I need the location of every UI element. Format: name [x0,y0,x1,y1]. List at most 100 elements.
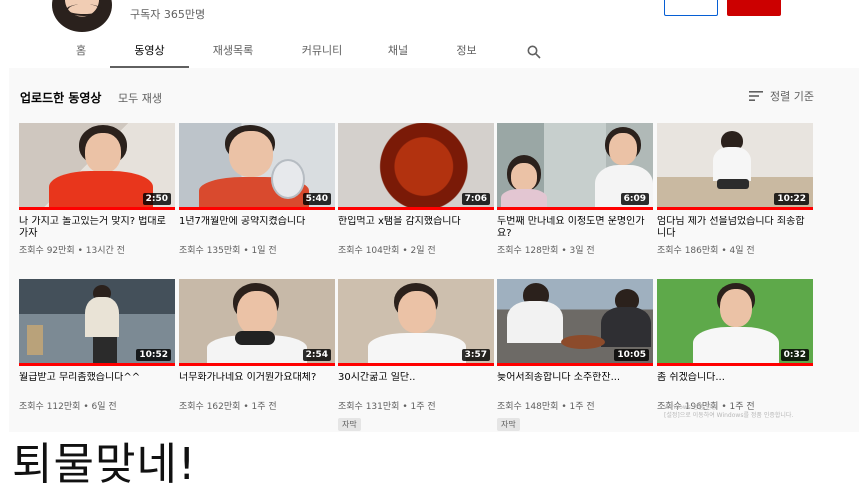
meta-separator: • [243,402,249,412]
tab-about[interactable]: 정보 [429,36,504,68]
video-meta: 조회수 131만회 • 1주 전 [338,399,494,412]
video-title[interactable]: 엄다님 제가 선을넘었습니다 죄송합니다 [657,216,813,240]
video-thumbnail[interactable]: 10:22 [657,123,813,210]
video-thumbnail[interactable]: 3:57 [338,279,494,366]
video-title[interactable]: 늦어서죄송합니다 소주한잔... [497,372,653,396]
view-count: 조회수 128만회 [497,246,559,256]
subscribe-button[interactable] [727,0,781,16]
meta-separator: • [402,246,408,256]
join-button[interactable] [664,0,718,16]
upload-age: 1주 전 [251,402,277,412]
uploads-panel: 업로드한 동영상 모두 재생 정렬 기준 2:50 나 가지고 놀고있는거 맞지… [9,68,859,432]
meta-separator: • [243,246,249,256]
video-card[interactable]: 2:54 너무화가나네요 이거뭔가요대체? 조회수 162만회 • 1주 전 [179,279,335,412]
overlay-caption: 퇴물맞네! [12,439,197,490]
channel-tabs: 홈 동영상 재생목록 커뮤니티 채널 정보 [52,36,564,68]
video-meta: 조회수 92만회 • 13시간 전 [19,243,175,256]
tab-home[interactable]: 홈 [52,36,110,68]
video-thumbnail[interactable]: 10:52 [19,279,175,366]
meta-separator: • [77,246,83,256]
video-title[interactable]: 1년7개월만에 공약지켰습니다 [179,216,335,240]
video-card[interactable]: 6:09 두번째 만나네요 이정도면 운명인가요? 조회수 128만회 • 3일… [497,123,653,256]
tab-community[interactable]: 커뮤니티 [277,36,367,68]
meta-separator: • [402,402,408,412]
video-thumbnail[interactable]: 6:09 [497,123,653,210]
video-card[interactable]: 0:32 좀 쉬겠습니다... 조회수 196만회 • 1주 전 [657,279,813,412]
video-title[interactable]: 좀 쉬겠습니다... [657,372,813,396]
upload-age: 2일 전 [410,246,436,256]
video-meta: 조회수 148만회 • 1주 전 [497,399,653,412]
video-card[interactable]: 3:57 30시간굶고 일단.. 조회수 131만회 • 1주 전 자막 [338,279,494,431]
video-thumbnail[interactable]: 5:40 [179,123,335,210]
video-card[interactable]: 7:06 한입먹고 x탬을 감지했습니다 조회수 104만회 • 2일 전 [338,123,494,256]
video-title[interactable]: 너무화가나네요 이거뭔가요대체? [179,372,335,396]
video-card[interactable]: 2:50 나 가지고 놀고있는거 맞지? 법대로가자 조회수 92만회 • 13… [19,123,175,256]
sort-button[interactable]: 정렬 기준 [749,88,814,104]
upload-age: 6일 전 [91,402,117,412]
subtitle-badge: 자막 [338,418,361,431]
search-icon [527,45,541,59]
video-duration: 10:52 [136,349,171,361]
video-card[interactable]: 10:22 엄다님 제가 선을넘었습니다 죄송합니다 조회수 186만회 • 4… [657,123,813,256]
video-duration: 10:05 [614,349,649,361]
video-duration: 6:09 [620,193,649,205]
video-duration: 2:50 [142,193,171,205]
meta-separator: • [561,246,567,256]
video-meta: 조회수 112만회 • 6일 전 [19,399,175,412]
video-title[interactable]: 두번째 만나네요 이정도면 운명인가요? [497,216,653,240]
video-duration: 7:06 [461,193,490,205]
video-thumbnail[interactable]: 10:05 [497,279,653,366]
view-count: 조회수 186만회 [657,246,719,256]
view-count: 조회수 112만회 [19,402,81,412]
upload-age: 1주 전 [569,402,595,412]
upload-age: 3일 전 [569,246,595,256]
upload-age: 1주 전 [410,402,436,412]
video-duration: 10:22 [774,193,809,205]
meta-separator: • [83,402,89,412]
video-meta: 조회수 104만회 • 2일 전 [338,243,494,256]
tab-channels[interactable]: 채널 [367,36,429,68]
video-meta: 조회수 162만회 • 1주 전 [179,399,335,412]
video-thumbnail[interactable]: 2:54 [179,279,335,366]
upload-age: 4일 전 [729,246,755,256]
sort-label: 정렬 기준 [770,90,814,103]
channel-header: 구독자 365만명 홈 동영상 재생목록 커뮤니티 채널 정보 [0,0,861,68]
video-meta: 조회수 135만회 • 1일 전 [179,243,335,256]
subscriber-count: 구독자 365만명 [130,8,206,21]
view-count: 조회수 131만회 [338,402,400,412]
view-count: 조회수 162만회 [179,402,241,412]
video-thumbnail[interactable]: 2:50 [19,123,175,210]
video-duration: 2:54 [302,349,331,361]
tab-videos[interactable]: 동영상 [110,36,189,68]
video-card[interactable]: 5:40 1년7개월만에 공약지켰습니다 조회수 135만회 • 1일 전 [179,123,335,256]
video-duration: 0:32 [780,349,809,361]
video-meta: 조회수 186만회 • 4일 전 [657,243,813,256]
view-count: 조회수 104만회 [338,246,400,256]
watermark-line-2: [설정]으로 이동하여 Windows를 정품 인증합니다. [664,412,794,419]
video-duration: 3:57 [461,349,490,361]
view-count: 조회수 148만회 [497,402,559,412]
video-card[interactable]: 10:05 늦어서죄송합니다 소주한잔... 조회수 148만회 • 1주 전 … [497,279,653,431]
sort-icon [749,91,763,101]
video-thumbnail[interactable]: 7:06 [338,123,494,210]
video-card[interactable]: 10:52 월급받고 무리좀했습니다^^ 조회수 112만회 • 6일 전 [19,279,175,412]
subtitle-badge: 자막 [497,418,520,431]
view-count: 조회수 135만회 [179,246,241,256]
section-title: 업로드한 동영상 [20,91,102,105]
upload-age: 13시간 전 [85,246,125,256]
watermark-line-1: Windows 정품 인증 [664,404,717,411]
view-count: 조회수 92만회 [19,246,75,256]
video-title[interactable]: 30시간굶고 일단.. [338,372,494,396]
video-title[interactable]: 나 가지고 놀고있는거 맞지? 법대로가자 [19,216,175,240]
video-title[interactable]: 한입먹고 x탬을 감지했습니다 [338,216,494,240]
video-title[interactable]: 월급받고 무리좀했습니다^^ [19,372,175,396]
video-duration: 5:40 [302,193,331,205]
channel-avatar[interactable] [52,0,112,32]
video-thumbnail[interactable]: 0:32 [657,279,813,366]
video-meta: 조회수 128만회 • 3일 전 [497,243,653,256]
upload-age: 1일 전 [251,246,277,256]
channel-search-button[interactable] [504,36,564,68]
play-all-link[interactable]: 모두 재생 [118,90,162,106]
meta-separator: • [721,246,727,256]
tab-playlists[interactable]: 재생목록 [189,36,277,68]
